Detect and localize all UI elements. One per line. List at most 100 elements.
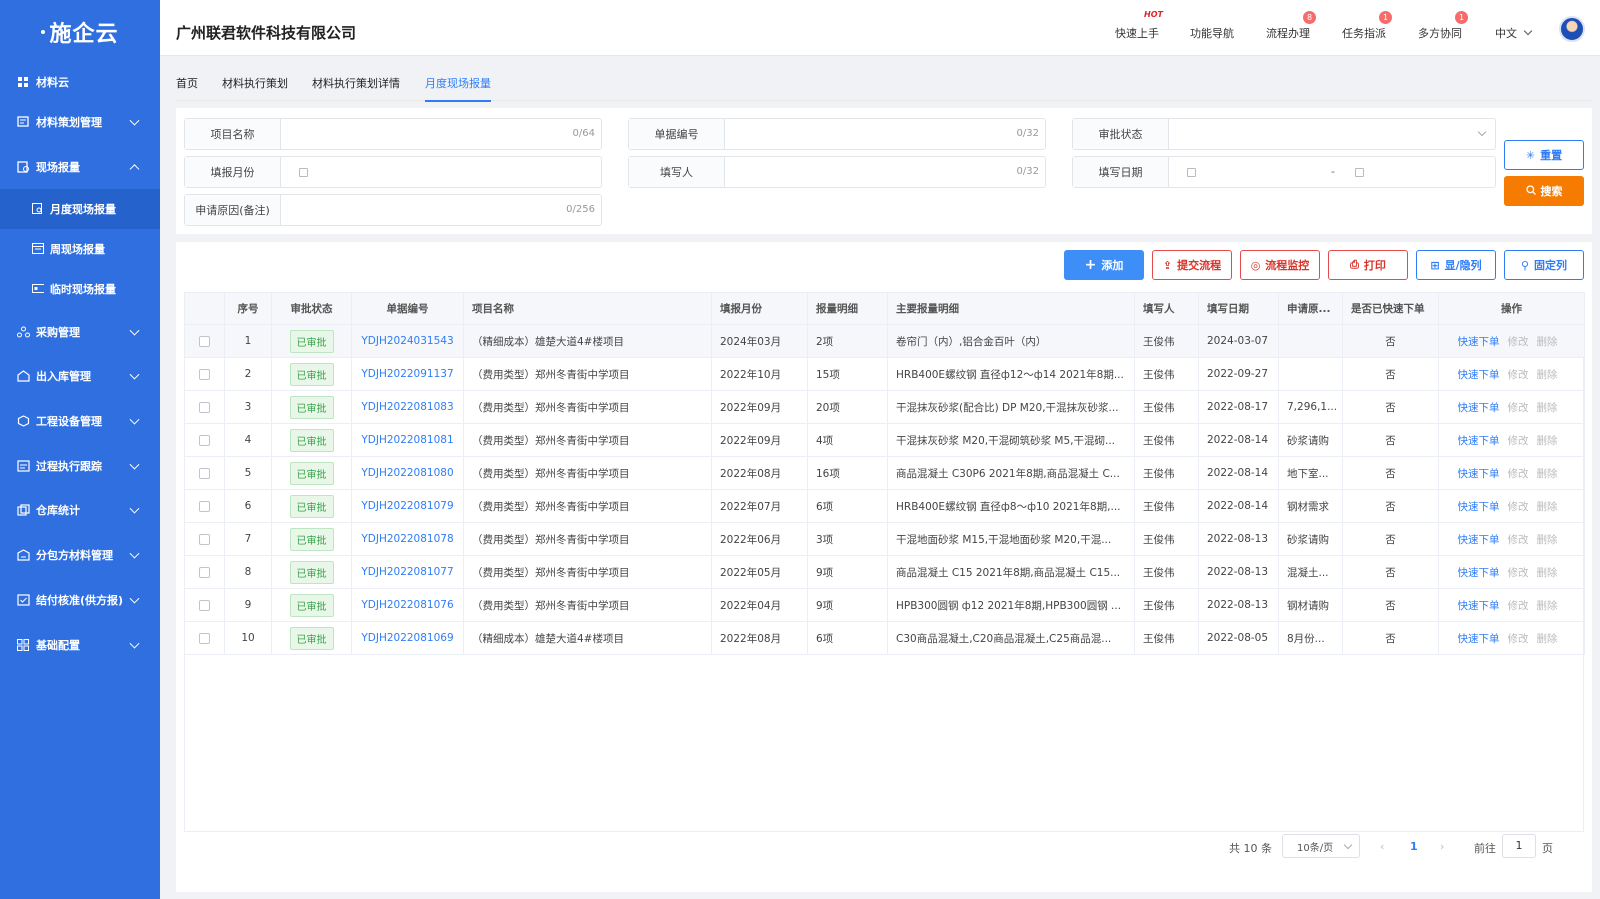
quick-order-link[interactable]: 快速下单 <box>1458 468 1500 480</box>
delete-link[interactable]: 删除 <box>1537 468 1558 480</box>
tab-monthly-report[interactable]: 月度现场报量 <box>425 75 491 102</box>
nav-process[interactable]: 流程办理 8 <box>1266 11 1316 41</box>
language-select[interactable]: 中文 <box>1495 25 1517 41</box>
edit-link[interactable]: 修改 <box>1508 468 1529 480</box>
reason-field[interactable]: 申请原因(备注) 0/256 <box>184 194 602 226</box>
project-name-input[interactable]: 0/64 <box>281 119 601 149</box>
submit-process-button[interactable]: ⇪ 提交流程 <box>1152 250 1232 280</box>
delete-link[interactable]: 删除 <box>1537 501 1558 513</box>
sidebar-item-plan[interactable]: 材料策划管理 <box>0 100 160 145</box>
nav-quick-start[interactable]: 快速上手 HOT <box>1115 10 1163 41</box>
quick-order-link[interactable]: 快速下单 <box>1458 402 1500 414</box>
doc-code-link[interactable]: YDJH2024031543 <box>361 335 453 347</box>
row-checkbox[interactable] <box>199 401 210 413</box>
sidebar-item-warehouse[interactable]: 出入库管理 <box>0 354 160 399</box>
doc-code-link[interactable]: YDJH2022081079 <box>361 500 453 512</box>
sidebar-item-subcontract[interactable]: 分包方材料管理 <box>0 533 160 578</box>
goto-page-input[interactable]: 1 <box>1502 834 1536 858</box>
doc-code-link[interactable]: YDJH2022081083 <box>361 401 453 413</box>
row-checkbox[interactable] <box>199 467 210 479</box>
sidebar-item-settlement[interactable]: 结付核准(供方报) <box>0 578 160 623</box>
quick-order-link[interactable]: 快速下单 <box>1458 369 1500 381</box>
fix-columns-button[interactable]: ⚲ 固定列 <box>1504 250 1584 280</box>
table-row[interactable]: 4 已审批 YDJH2022081081 （费用类型）郑州冬青街中学项目 2022年09… <box>184 423 1585 457</box>
delete-link[interactable]: 删除 <box>1537 534 1558 546</box>
sidebar-item-stats[interactable]: 仓库统计 <box>0 488 160 533</box>
doc-no-input[interactable]: 0/32 <box>725 119 1045 149</box>
row-checkbox[interactable] <box>199 335 210 347</box>
doc-code-link[interactable]: YDJH2022081076 <box>361 599 453 611</box>
edit-link[interactable]: 修改 <box>1508 435 1529 447</box>
sidebar-subitem-weekly[interactable]: 周现场报量 <box>0 229 160 269</box>
print-button[interactable]: ⎙ 打印 <box>1328 250 1408 280</box>
edit-link[interactable]: 修改 <box>1508 336 1529 348</box>
approval-status-field[interactable]: 审批状态 <box>1072 118 1496 150</box>
doc-code-link[interactable]: YDJH2022081080 <box>361 467 453 479</box>
table-row[interactable]: 3 已审批 YDJH2022081083 （费用类型）郑州冬青街中学项目 2022年09… <box>184 390 1585 424</box>
table-row[interactable]: 9 已审批 YDJH2022081076 （费用类型）郑州冬青街中学项目 2022年04… <box>184 588 1585 622</box>
project-name-field[interactable]: 项目名称 0/64 <box>184 118 602 150</box>
reset-button[interactable]: ✳ 重置 <box>1504 140 1584 170</box>
delete-link[interactable]: 删除 <box>1537 402 1558 414</box>
sidebar-item-site-report[interactable]: 现场报量 <box>0 145 160 190</box>
delete-link[interactable]: 删除 <box>1537 435 1558 447</box>
delete-link[interactable]: 删除 <box>1537 633 1558 645</box>
avatar[interactable] <box>1559 16 1585 42</box>
edit-link[interactable]: 修改 <box>1508 501 1529 513</box>
toggle-columns-button[interactable]: ⊞ 显/隐列 <box>1416 250 1496 280</box>
row-checkbox[interactable] <box>199 632 210 644</box>
edit-link[interactable]: 修改 <box>1508 567 1529 579</box>
tab-material-plan-detail[interactable]: 材料执行策划详情 <box>312 75 400 100</box>
delete-link[interactable]: 删除 <box>1537 600 1558 612</box>
tab-home[interactable]: 首页 <box>176 75 198 100</box>
prev-page-icon[interactable]: ‹ <box>1380 840 1384 853</box>
doc-code-link[interactable]: YDJH2022081078 <box>361 533 453 545</box>
delete-link[interactable]: 删除 <box>1537 336 1558 348</box>
edit-link[interactable]: 修改 <box>1508 369 1529 381</box>
doc-code-link[interactable]: YDJH2022081081 <box>361 434 453 446</box>
sidebar-item-purchase[interactable]: 采购管理 <box>0 309 160 354</box>
reason-input[interactable]: 0/256 <box>281 195 601 225</box>
table-row[interactable]: 8 已审批 YDJH2022081077 （费用类型）郑州冬青街中学项目 2022年05… <box>184 555 1585 589</box>
quick-order-link[interactable]: 快速下单 <box>1458 435 1500 447</box>
table-row[interactable]: 6 已审批 YDJH2022081079 （费用类型）郑州冬青街中学项目 2022年07… <box>184 489 1585 523</box>
sidebar-subitem-temporary[interactable]: 临时现场报量 <box>0 269 160 309</box>
page-size-select[interactable]: 10条/页 <box>1282 834 1360 858</box>
nav-task-assign[interactable]: 任务指派 1 <box>1342 11 1392 41</box>
fill-date-field[interactable]: 填写日期 - <box>1072 156 1496 188</box>
edit-link[interactable]: 修改 <box>1508 600 1529 612</box>
nav-function-guide[interactable]: 功能导航 <box>1190 25 1234 41</box>
delete-link[interactable]: 删除 <box>1537 369 1558 381</box>
delete-link[interactable]: 删除 <box>1537 567 1558 579</box>
next-page-icon[interactable]: › <box>1440 840 1444 853</box>
row-checkbox[interactable] <box>199 368 210 380</box>
table-row[interactable]: 2 已审批 YDJH2022091137 （费用类型）郑州冬青街中学项目 2022年10… <box>184 357 1585 391</box>
chevron-down-icon[interactable] <box>1523 26 1533 36</box>
sidebar-item-material-cloud[interactable]: 材料云 <box>0 64 160 100</box>
doc-no-field[interactable]: 单据编号 0/32 <box>628 118 1046 150</box>
row-checkbox[interactable] <box>199 533 210 545</box>
add-button[interactable]: + 添加 <box>1064 250 1144 280</box>
row-checkbox[interactable] <box>199 500 210 512</box>
approval-status-select[interactable] <box>1169 119 1495 149</box>
edit-link[interactable]: 修改 <box>1508 633 1529 645</box>
doc-code-link[interactable]: YDJH2022091137 <box>361 368 453 380</box>
row-checkbox[interactable] <box>199 566 210 578</box>
quick-order-link[interactable]: 快速下单 <box>1458 501 1500 513</box>
table-row[interactable]: 5 已审批 YDJH2022081080 （费用类型）郑州冬青街中学项目 2022年08… <box>184 456 1585 490</box>
sidebar-item-tracking[interactable]: 过程执行跟踪 <box>0 443 160 488</box>
report-month-input[interactable] <box>281 157 601 187</box>
table-row[interactable]: 7 已审批 YDJH2022081078 （费用类型）郑州冬青街中学项目 2022年06… <box>184 522 1585 556</box>
table-row[interactable]: 10 已审批 YDJH2022081069 （精细成本）雄楚大道4#楼项目 2022年0… <box>184 621 1585 655</box>
doc-code-link[interactable]: YDJH2022081077 <box>361 566 453 578</box>
search-button[interactable]: 搜索 <box>1504 176 1584 206</box>
nav-collaboration[interactable]: 多方协同 1 <box>1418 11 1468 41</box>
tab-material-plan[interactable]: 材料执行策划 <box>222 75 288 100</box>
doc-code-link[interactable]: YDJH2022081069 <box>361 632 453 644</box>
quick-order-link[interactable]: 快速下单 <box>1458 534 1500 546</box>
process-monitor-button[interactable]: ◎ 流程监控 <box>1240 250 1320 280</box>
row-checkbox[interactable] <box>199 599 210 611</box>
edit-link[interactable]: 修改 <box>1508 402 1529 414</box>
row-checkbox[interactable] <box>199 434 210 446</box>
quick-order-link[interactable]: 快速下单 <box>1458 336 1500 348</box>
